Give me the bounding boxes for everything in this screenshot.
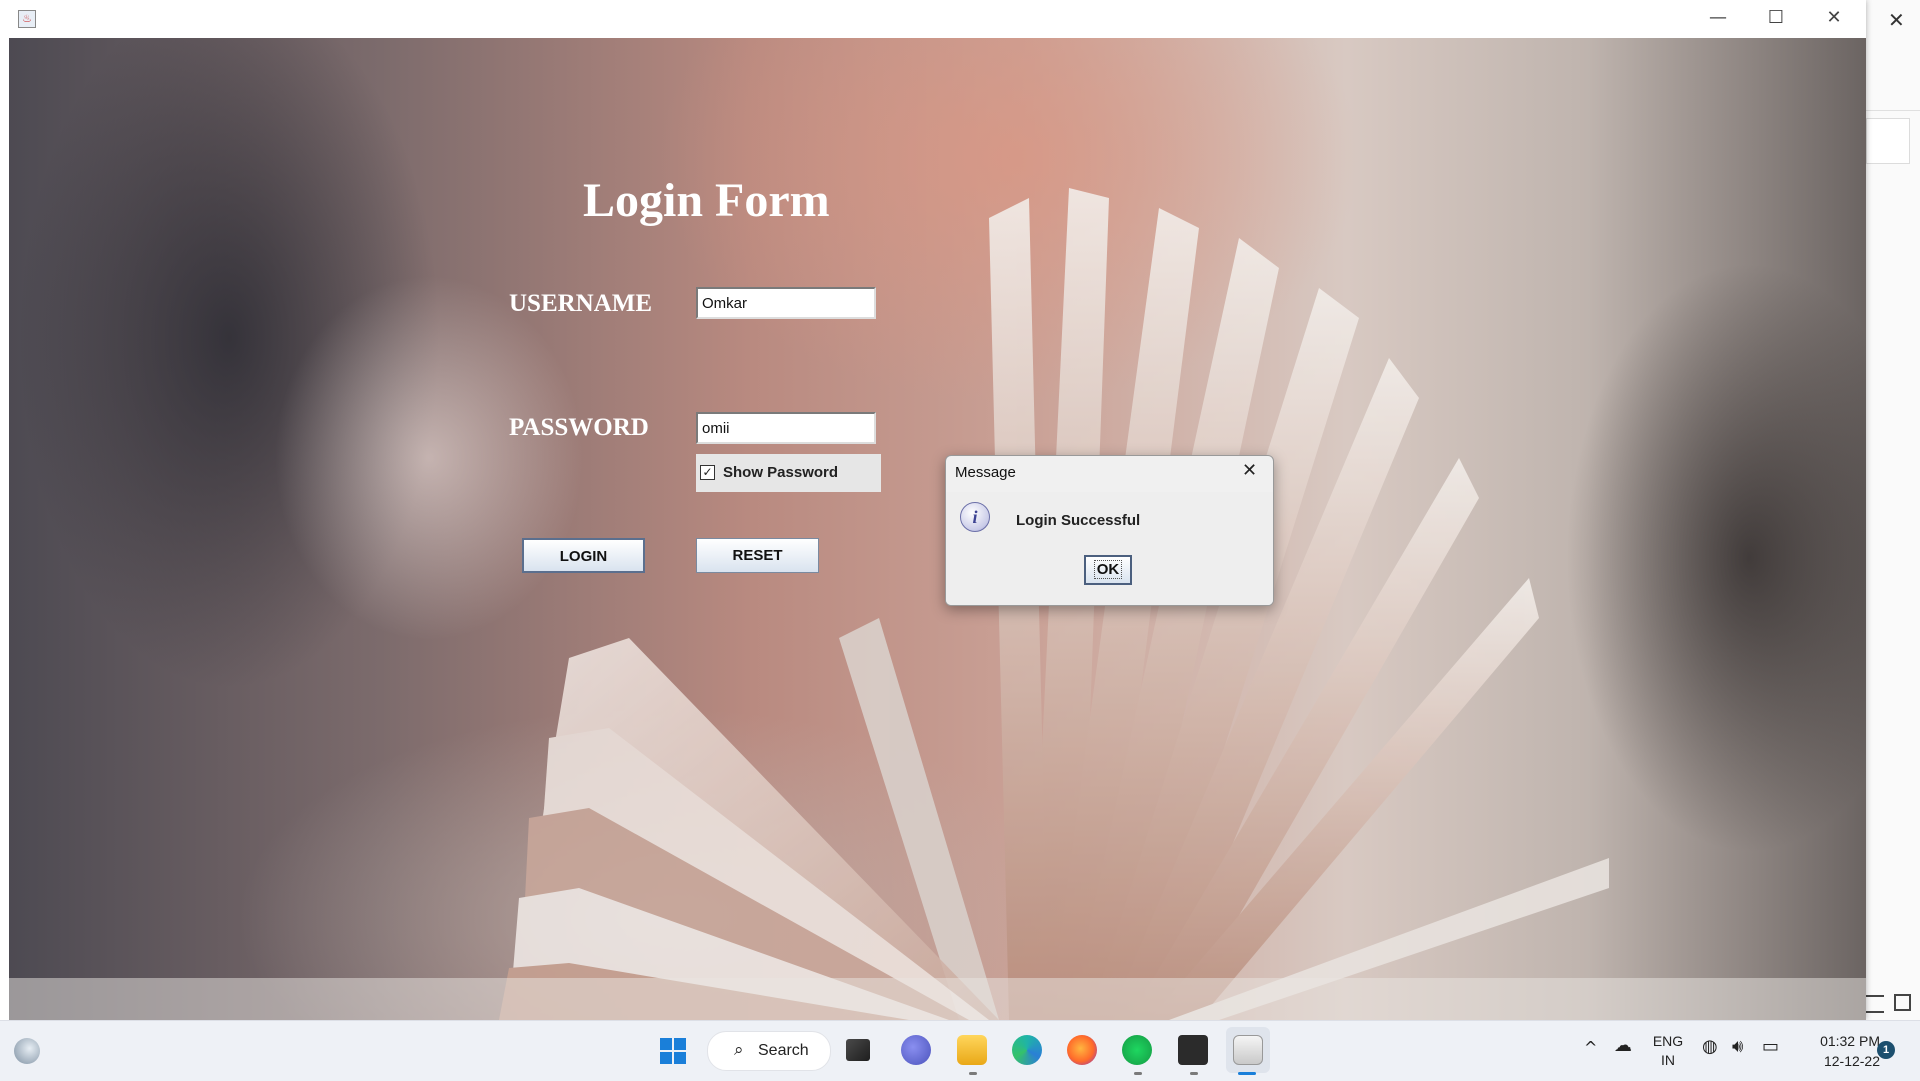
- password-label: PASSWORD: [509, 414, 649, 441]
- onedrive-icon[interactable]: ☁: [1614, 1035, 1632, 1056]
- active-indicator: [1238, 1072, 1256, 1075]
- dialog-title: Message: [955, 464, 1016, 481]
- firefox-icon[interactable]: [1067, 1035, 1097, 1065]
- dialog-body: i Login Successful OK: [946, 492, 1273, 605]
- task-view-icon[interactable]: [846, 1039, 870, 1061]
- windows-logo-icon: [660, 1038, 672, 1050]
- background-window: ✕: [1866, 0, 1920, 1020]
- clock[interactable]: 01:32 PM 12-12-22: [1790, 1031, 1880, 1071]
- username-field[interactable]: Omkar: [696, 287, 876, 319]
- volume-icon[interactable]: 🔊︎: [1732, 1036, 1743, 1057]
- search-label: Search: [758, 1042, 809, 1059]
- windows-logo-icon: [674, 1052, 686, 1064]
- close-button[interactable]: ✕: [1814, 6, 1854, 30]
- maximize-button[interactable]: ☐: [1756, 6, 1796, 30]
- book-background-image: [9, 188, 1866, 1020]
- chevron-up-icon[interactable]: ^: [1584, 1038, 1597, 1057]
- login-window: ♨ — ☐ ✕ Login Form USERNAME Omkar PASSWO…: [0, 0, 1866, 1020]
- file-explorer-icon[interactable]: [957, 1035, 987, 1065]
- show-password-label: Show Password: [723, 464, 839, 481]
- ok-button-label: OK: [1093, 560, 1123, 579]
- message-dialog: Message ✕ i Login Successful OK: [945, 455, 1274, 606]
- title-bar: ♨ — ☐ ✕: [0, 0, 1866, 38]
- minimize-button[interactable]: —: [1698, 6, 1738, 30]
- background-close-icon[interactable]: ✕: [1888, 8, 1905, 32]
- edge-icon[interactable]: [1012, 1035, 1042, 1065]
- username-label: USERNAME: [509, 290, 653, 317]
- checkbox-check-icon[interactable]: ✓: [700, 465, 715, 480]
- running-indicator: [1134, 1072, 1142, 1075]
- chat-icon[interactable]: [901, 1035, 931, 1065]
- language-indicator[interactable]: ENG IN: [1650, 1032, 1686, 1070]
- form-panel: Login Form USERNAME Omkar PASSWORD omii …: [9, 38, 1866, 1020]
- show-password-checkbox[interactable]: ✓ Show Password: [696, 454, 881, 492]
- java-icon[interactable]: [1233, 1035, 1263, 1065]
- dialog-close-icon[interactable]: ✕: [1242, 460, 1257, 481]
- square-icon[interactable]: [1894, 994, 1911, 1011]
- start-button[interactable]: [660, 1038, 686, 1064]
- ok-button[interactable]: OK: [1084, 555, 1132, 585]
- search-icon: ⌕: [734, 1040, 744, 1060]
- region-code: IN: [1661, 1052, 1675, 1068]
- battery-icon[interactable]: ▭: [1762, 1036, 1779, 1057]
- notification-badge[interactable]: 1: [1877, 1041, 1895, 1059]
- taskbar-search[interactable]: ⌕ Search: [707, 1031, 831, 1071]
- divider: [1866, 110, 1920, 111]
- windows-logo-icon: [660, 1052, 672, 1064]
- java-app-icon: ♨: [18, 10, 36, 28]
- running-indicator: [1190, 1072, 1198, 1075]
- menu-icon[interactable]: [1866, 995, 1884, 1013]
- windows-logo-icon: [674, 1038, 686, 1050]
- widgets-icon[interactable]: [14, 1038, 40, 1064]
- info-icon: i: [960, 502, 990, 532]
- terminal-icon[interactable]: [1178, 1035, 1208, 1065]
- reset-button[interactable]: RESET: [696, 538, 819, 573]
- login-button[interactable]: LOGIN: [522, 538, 645, 573]
- dialog-message: Login Successful: [1016, 512, 1141, 529]
- time: 01:32 PM: [1820, 1033, 1880, 1049]
- language-code: ENG: [1652, 1033, 1684, 1049]
- running-indicator: [969, 1072, 977, 1075]
- page-title: Login Form: [583, 174, 830, 227]
- date: 12-12-22: [1823, 1053, 1880, 1069]
- network-icon[interactable]: ◍: [1702, 1036, 1718, 1057]
- background-panel: [1866, 118, 1910, 164]
- taskbar: ⌕ Search ^ ☁ ENG IN ◍ 🔊︎ ▭ 01:32 PM 12-1…: [0, 1020, 1920, 1081]
- spotify-icon[interactable]: [1122, 1035, 1152, 1065]
- password-field[interactable]: omii: [696, 412, 876, 444]
